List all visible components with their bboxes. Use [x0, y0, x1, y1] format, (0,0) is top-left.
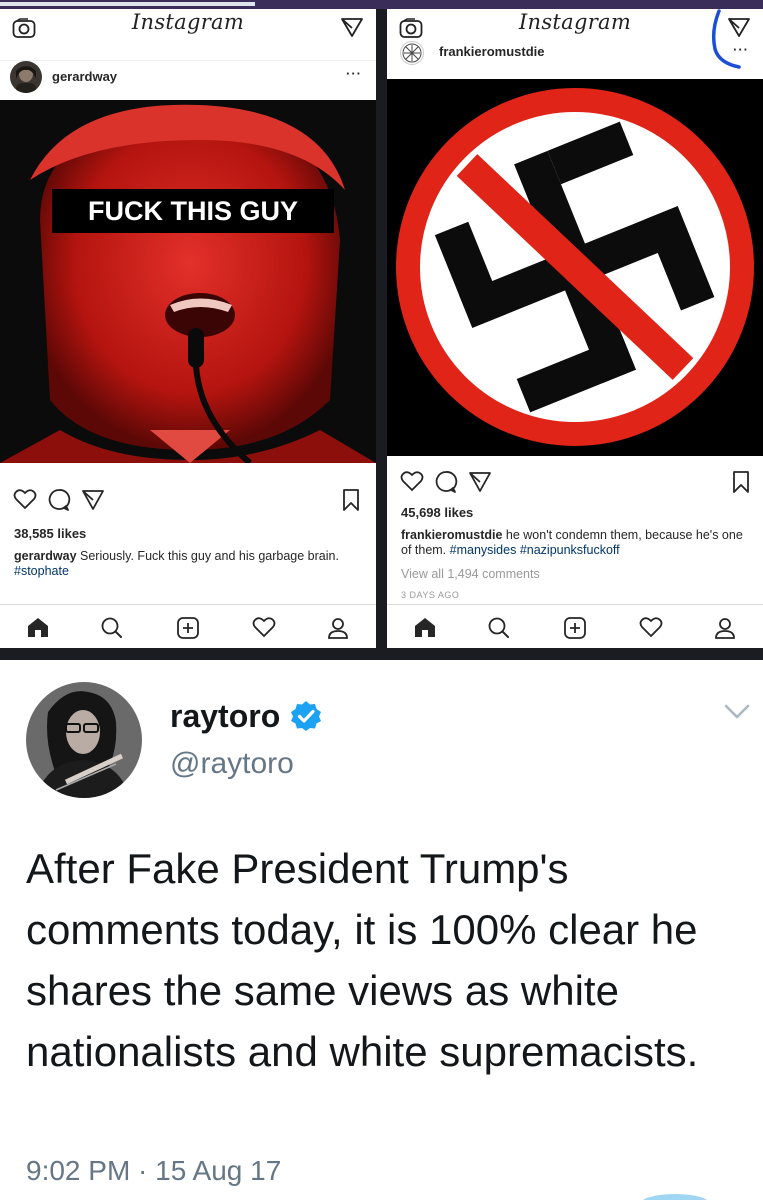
partial-blue-element — [640, 1194, 710, 1200]
bookmark-icon[interactable] — [731, 470, 751, 494]
hashtags[interactable]: #manysides #nazipunksfuckoff — [450, 543, 620, 557]
progress-strip — [0, 2, 255, 6]
view-all-comments-link[interactable]: View all 1,494 comments — [401, 567, 540, 581]
no-swastika-symbol — [387, 79, 763, 456]
activity-icon[interactable] — [639, 616, 663, 638]
add-icon[interactable] — [176, 616, 200, 640]
post-image[interactable]: FUCK THIS GUY — [0, 100, 376, 463]
profile-icon[interactable] — [713, 616, 737, 640]
post-user-row: frankieromustdie ··· — [387, 39, 763, 79]
verified-badge-icon — [291, 701, 321, 731]
more-options-button[interactable]: ··· — [733, 42, 749, 57]
caption-username[interactable]: gerardway — [14, 549, 77, 563]
post-actions — [387, 470, 763, 498]
instagram-post-right: Instagram frankieromustdie ··· 45,698 li… — [387, 9, 763, 648]
instagram-post-left: Instagram gerardway ··· FUCK THIS GUY 38… — [0, 9, 376, 648]
likes-count[interactable]: 45,698 likes — [401, 505, 473, 520]
likes-count[interactable]: 38,585 likes — [14, 526, 86, 541]
tweet-display-name[interactable]: raytoro — [170, 698, 280, 735]
bottom-tab-bar — [0, 604, 376, 648]
comment-icon[interactable] — [47, 488, 71, 512]
search-icon[interactable] — [487, 616, 511, 640]
tweet-avatar[interactable] — [26, 682, 142, 798]
image-overlay-text: FUCK THIS GUY — [87, 196, 298, 226]
comment-icon[interactable] — [434, 470, 458, 494]
post-actions — [0, 488, 376, 516]
app-title: Instagram — [131, 10, 245, 34]
caption-text: Seriously. Fuck this guy and his garbage… — [76, 549, 339, 563]
heart-icon[interactable] — [13, 488, 37, 510]
home-icon[interactable] — [413, 616, 437, 638]
instagram-header: Instagram — [0, 9, 376, 47]
chevron-down-icon[interactable] — [724, 704, 750, 720]
post-caption: gerardway Seriously. Fuck this guy and h… — [14, 549, 360, 579]
bookmark-icon[interactable] — [341, 488, 361, 512]
post-timestamp: 3 DAYS AGO — [401, 590, 460, 600]
add-icon[interactable] — [563, 616, 587, 640]
post-username[interactable]: frankieromustdie — [439, 44, 544, 59]
send-icon[interactable] — [340, 15, 364, 39]
tweet-timestamp[interactable]: 9:02 PM · 15 Aug 17 — [26, 1155, 281, 1187]
share-icon[interactable] — [468, 470, 492, 494]
post-username[interactable]: gerardway — [52, 69, 117, 84]
hashtag[interactable]: #stophate — [14, 564, 69, 578]
post-user-row: gerardway ··· — [0, 60, 376, 100]
tweet-card: raytoro @raytoro After Fake President Tr… — [0, 660, 763, 1200]
post-caption: frankieromustdie he won't condemn them, … — [401, 528, 747, 558]
post-image[interactable] — [387, 79, 763, 456]
avatar[interactable] — [10, 61, 42, 93]
bottom-tab-bar — [387, 604, 763, 648]
tweet-handle[interactable]: @raytoro — [170, 747, 294, 781]
home-icon[interactable] — [26, 616, 50, 638]
share-icon[interactable] — [81, 488, 105, 512]
tweet-text: After Fake President Trump's comments to… — [26, 845, 699, 1075]
avatar[interactable] — [400, 41, 424, 65]
heart-icon[interactable] — [400, 470, 424, 492]
profile-icon[interactable] — [326, 616, 350, 640]
more-options-button[interactable]: ··· — [346, 66, 362, 81]
caption-username[interactable]: frankieromustdie — [401, 528, 502, 542]
search-icon[interactable] — [100, 616, 124, 640]
top-strip — [0, 0, 763, 9]
activity-icon[interactable] — [252, 616, 276, 638]
